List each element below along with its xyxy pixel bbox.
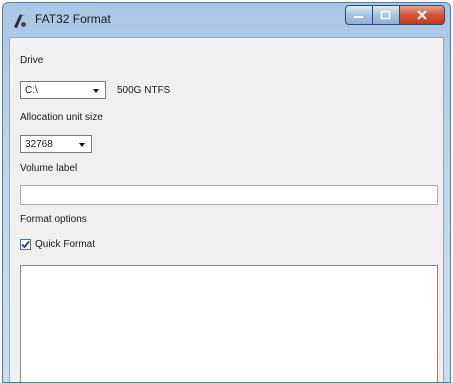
minimize-icon bbox=[354, 16, 363, 18]
caption-buttons bbox=[345, 5, 445, 27]
window: FAT32 Format Drive C:\ 500G NTFS Allocat… bbox=[2, 2, 451, 383]
quick-format-label[interactable]: Quick Format bbox=[35, 239, 95, 250]
drive-label: Drive bbox=[20, 55, 44, 66]
maximize-button[interactable] bbox=[372, 5, 399, 25]
quick-format-checkbox[interactable] bbox=[20, 239, 31, 250]
dialog-body: Drive C:\ 500G NTFS Allocation unit size… bbox=[9, 37, 444, 382]
allocation-select[interactable]: 32768 bbox=[20, 135, 92, 153]
close-button[interactable] bbox=[399, 5, 445, 25]
chevron-down-icon bbox=[93, 89, 99, 93]
window-title: FAT32 Format bbox=[35, 12, 111, 26]
volume-label-input[interactable] bbox=[20, 185, 438, 205]
drive-select-value: C:\ bbox=[25, 85, 38, 96]
title-bar[interactable]: FAT32 Format bbox=[3, 3, 450, 37]
drive-info: 500G NTFS bbox=[117, 85, 171, 96]
format-options-label: Format options bbox=[20, 214, 87, 225]
log-output[interactable] bbox=[20, 265, 438, 382]
minimize-button[interactable] bbox=[345, 5, 372, 25]
volume-label-label: Volume label bbox=[20, 163, 78, 174]
maximize-icon bbox=[380, 10, 391, 20]
app-icon bbox=[14, 14, 26, 28]
allocation-select-value: 32768 bbox=[25, 139, 53, 150]
chevron-down-icon bbox=[79, 143, 85, 147]
drive-select[interactable]: C:\ bbox=[20, 81, 106, 99]
allocation-label: Allocation unit size bbox=[20, 112, 103, 123]
checkmark-icon bbox=[21, 240, 30, 249]
close-icon bbox=[417, 10, 427, 20]
